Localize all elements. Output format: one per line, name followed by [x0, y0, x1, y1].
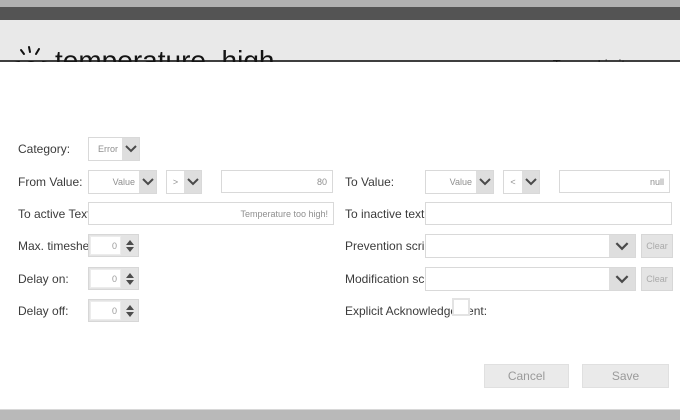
chevron-down-icon[interactable]: [184, 171, 201, 193]
category-label: Category:: [18, 142, 71, 156]
prevention-script-select[interactable]: [425, 234, 636, 258]
explicit-acknowledgement-checkbox[interactable]: [452, 298, 470, 316]
from-value-label: From Value:: [18, 175, 83, 189]
chevron-down-icon[interactable]: [139, 171, 156, 193]
delay-on-stepper[interactable]: [88, 267, 139, 290]
chevron-down-icon[interactable]: [476, 171, 493, 193]
alarm-header: temperature_high Type: Limit: [0, 20, 680, 76]
to-active-text-input[interactable]: [88, 202, 334, 225]
max-timeshelve-stepper[interactable]: [88, 234, 139, 257]
delay-on-label: Delay on:: [18, 272, 69, 286]
stepper-arrows-icon[interactable]: [121, 304, 138, 317]
prevention-script-clear-button[interactable]: Clear: [641, 234, 673, 258]
category-select[interactable]: Error: [88, 137, 140, 161]
delay-off-input[interactable]: [90, 301, 121, 320]
to-inactive-text-input[interactable]: [425, 202, 672, 225]
chevron-down-icon[interactable]: [522, 171, 539, 193]
modification-script-value: [426, 268, 609, 290]
modification-script-clear-button[interactable]: Clear: [641, 267, 673, 291]
save-button[interactable]: Save: [582, 364, 669, 388]
to-value-comparator-select[interactable]: <: [503, 170, 540, 194]
window-toolbar-strip: [0, 7, 680, 20]
to-value-source-select[interactable]: Value: [425, 170, 494, 194]
to-active-text-label: To active Text:: [18, 207, 94, 221]
from-value-comparator-value: >: [172, 177, 179, 187]
to-inactive-text-label: To inactive text:: [345, 207, 428, 221]
chevron-down-icon[interactable]: [609, 268, 635, 290]
alarm-form: Category: Error From Value: Value > To V…: [0, 62, 680, 409]
window-bottom-bar: [0, 409, 680, 420]
delay-off-label: Delay off:: [18, 304, 69, 318]
category-selected-value: Error: [98, 144, 118, 154]
from-value-source-value: Value: [112, 177, 135, 187]
stepper-arrows-icon[interactable]: [121, 272, 138, 285]
chevron-down-icon[interactable]: [609, 235, 635, 257]
to-value-input[interactable]: [559, 170, 670, 193]
from-value-comparator-select[interactable]: >: [166, 170, 202, 194]
prevention-script-label: Prevention script:: [345, 239, 438, 253]
stepper-arrows-icon[interactable]: [121, 239, 138, 252]
to-value-label: To Value:: [345, 175, 395, 189]
delay-on-input[interactable]: [90, 269, 121, 288]
to-value-source-value: Value: [449, 177, 472, 187]
delay-off-stepper[interactable]: [88, 299, 139, 322]
to-value-comparator-value: <: [510, 177, 516, 187]
chevron-down-icon[interactable]: [122, 138, 139, 160]
app-window: temperature_high Type: Limit Category: E…: [0, 0, 680, 420]
from-value-source-select[interactable]: Value: [88, 170, 157, 194]
max-timeshelve-input[interactable]: [90, 236, 121, 255]
modification-script-select[interactable]: [425, 267, 636, 291]
cancel-button[interactable]: Cancel: [484, 364, 569, 388]
prevention-script-value: [426, 235, 609, 257]
from-value-input[interactable]: [221, 170, 333, 193]
